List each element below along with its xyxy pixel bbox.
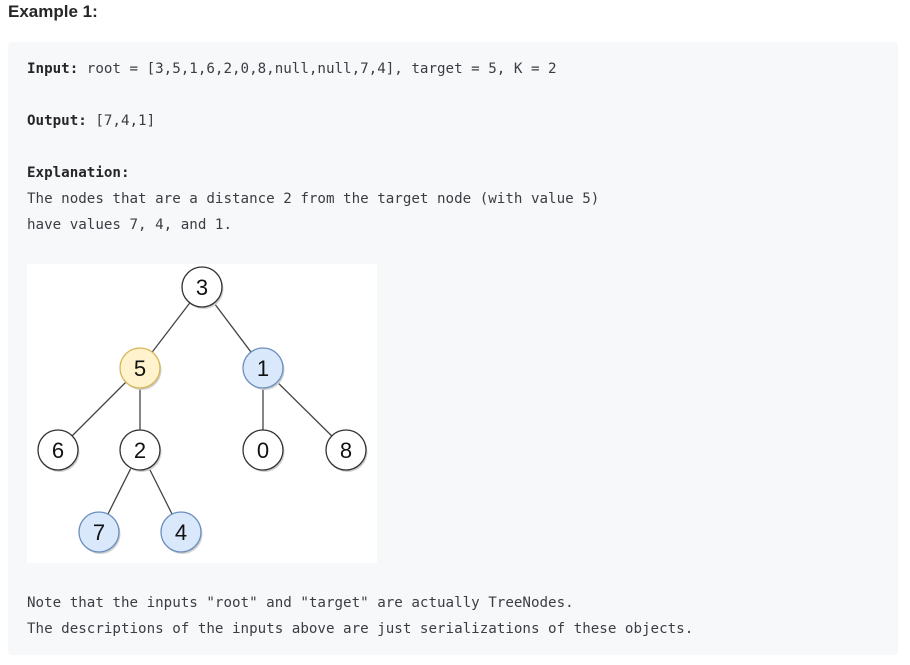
node-label: 6 — [52, 438, 64, 463]
note-line-1: Note that the inputs "root" and "target"… — [27, 595, 574, 611]
explanation-line-1: The nodes that are a distance 2 from the… — [27, 191, 600, 207]
node-label: 8 — [340, 438, 352, 463]
node-label: 0 — [257, 438, 269, 463]
node-label: 5 — [134, 356, 146, 381]
note-line-2: The descriptions of the inputs above are… — [27, 621, 694, 637]
input-line: Input: root = [3,5,1,6,2,0,8,null,null,7… — [27, 60, 557, 78]
tree-node-7: 7 — [78, 511, 121, 554]
tree-node-0: 0 — [242, 429, 285, 472]
tree-svg: 3 5 1 6 2 0 8 7 4 — [37, 266, 368, 554]
tree-node-8: 8 — [325, 429, 368, 472]
explanation-line-2: have values 7, 4, and 1. — [27, 217, 232, 233]
explanation-label: Explanation: — [27, 165, 130, 181]
tree-diagram: 3 5 1 6 2 0 8 7 4 — [27, 264, 377, 563]
tree-node-1: 1 — [242, 347, 285, 390]
example-heading: Example 1: — [8, 2, 98, 21]
input-value: root = [3,5,1,6,2,0,8,null,null,7,4], ta… — [86, 61, 557, 77]
node-label: 3 — [196, 275, 208, 300]
tree-node-5: 5 — [119, 347, 162, 390]
tree-node-4: 4 — [160, 511, 203, 554]
node-label: 1 — [257, 356, 269, 381]
tree-node-2: 2 — [119, 429, 162, 472]
input-label: Input: — [27, 61, 79, 77]
node-label: 7 — [93, 520, 105, 545]
output-line: Output: [7,4,1] — [27, 112, 155, 130]
output-value: [7,4,1] — [95, 113, 156, 129]
node-label: 2 — [134, 438, 146, 463]
tree-node-3: 3 — [181, 266, 224, 309]
tree-node-6: 6 — [37, 429, 80, 472]
node-label: 4 — [175, 520, 187, 545]
output-label: Output: — [27, 113, 87, 129]
